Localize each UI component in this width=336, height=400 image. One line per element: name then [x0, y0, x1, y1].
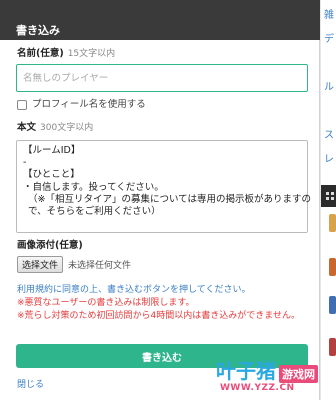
body-line: 【ルームID】 — [23, 145, 81, 156]
watermark-text: 叶子猪 — [216, 359, 276, 383]
terms-notice: 利用規約に同意の上、書き込むボタンを押してください。 — [17, 285, 251, 295]
restriction-warning: ※悪質なユーザーの書き込みは制限します。 — [17, 298, 195, 308]
body-line: 【ひとこと】 — [23, 169, 80, 181]
profile-name-option[interactable]: プロフィール名を使用する — [17, 99, 146, 111]
game-thumbnail[interactable] — [329, 338, 336, 356]
site-watermark: 叶子猪 游戏网 WWW.YZZ.CN — [216, 355, 336, 400]
image-attach-label: 画像添付(任意) — [17, 240, 83, 251]
game-thumbnail[interactable] — [329, 296, 336, 314]
watermark-subtext: 游戏网 — [279, 365, 318, 383]
file-picker: 选择文件 未选择任何文件 — [17, 256, 131, 273]
post-dialog: 書き込み 名前(任意)15文字以内 プロフィール名を使用する 本文300文字以内… — [0, 0, 320, 400]
sidebar-text[interactable]: 雑 — [324, 10, 334, 22]
name-label: 名前(任意) 15文字以内 — [17, 48, 115, 60]
dialog-title: 書き込み — [16, 24, 60, 37]
name-label-text: 名前(任意) — [17, 48, 64, 59]
body-line: で、そちらをご利用ください） — [28, 206, 161, 218]
body-label: 本文 300文字以内 — [17, 122, 93, 134]
close-link[interactable]: 閉じる — [17, 377, 44, 390]
body-line: （※「相互リタイア」の募集については専用の掲示板がありますの — [28, 193, 311, 205]
body-hint: 300文字以内 — [40, 123, 94, 133]
first-visit-warning: ※荒らし対策のため初回訪問から4時間以内は書き込みができません。 — [17, 311, 300, 321]
profile-name-checkbox[interactable] — [17, 100, 27, 110]
watermark-url: WWW.YZZ.CN — [220, 383, 295, 393]
body-label-text: 本文 — [17, 122, 37, 133]
body-line: - — [23, 157, 27, 169]
body-textarea[interactable]: 【ルームID】 - 【ひとこと】 ・自信します。投ってください。 （※「相互リタ… — [16, 140, 311, 233]
sidebar-text[interactable]: ル — [324, 82, 334, 94]
name-input[interactable] — [16, 64, 308, 92]
name-hint: 15文字以内 — [67, 49, 116, 59]
game-thumbnail[interactable] — [329, 258, 336, 276]
sidebar-text[interactable]: レ — [324, 154, 334, 166]
grid-icon — [326, 192, 334, 200]
sidebar-text[interactable]: ス — [324, 130, 334, 142]
body-line: ・自信します。投ってください。 — [23, 181, 164, 193]
profile-name-checkbox-label: プロフィール名を使用する — [32, 99, 146, 110]
choose-file-button[interactable]: 选择文件 — [17, 256, 64, 273]
dialog-header: 書き込み — [0, 0, 320, 40]
sidebar-text[interactable]: デ — [324, 34, 334, 46]
file-status: 未选择任何文件 — [68, 261, 132, 271]
game-thumbnail[interactable] — [329, 214, 336, 232]
